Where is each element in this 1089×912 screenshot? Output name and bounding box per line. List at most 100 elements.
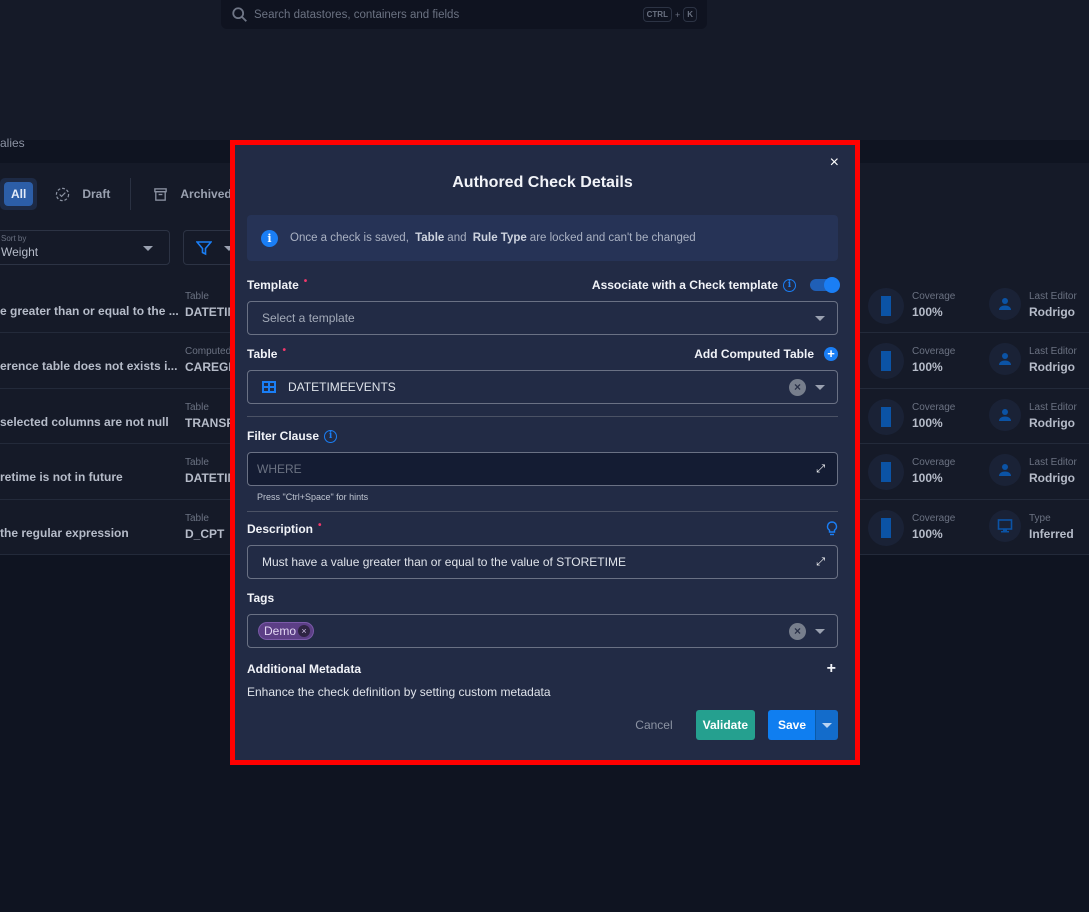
description-input[interactable]: Must have a value greater than or equal … [247,545,838,579]
description-label-text: Description [247,522,314,536]
plus-circle-icon[interactable]: + [824,347,838,361]
dialog-title: Authored Check Details [452,174,633,191]
tab-draft[interactable]: Draft [55,187,110,202]
filter-label-text: Filter Clause [247,429,320,443]
close-icon[interactable]: × [830,154,839,172]
metadata-label: Additional Metadata [247,662,362,676]
search-input[interactable]: Search datastores, containers and fields [254,9,643,21]
info-suffix: are locked and can't be changed [529,232,696,244]
tab-archived-label: Archived [180,187,232,201]
container-label: Table [185,401,209,413]
coverage-icon [868,454,904,491]
filter-icon [196,241,212,256]
editor-value: Rodrigo [1029,471,1075,486]
info-mid: and [447,232,467,244]
search-icon [232,6,247,22]
add-computed-table-button[interactable]: Add Computed Table + [694,347,838,361]
table-label: Table • [247,344,286,362]
required-mark: • [318,519,322,531]
coverage-label: Coverage [912,457,956,469]
filter-placeholder: WHERE [257,462,302,476]
expand-icon[interactable]: ⤢ [816,556,825,569]
template-select[interactable]: Select a template [247,301,838,335]
metadata-description: Enhance the check definition by setting … [247,685,551,699]
tab-all-label: All [4,182,34,206]
tags-header: Tags [247,589,838,607]
filter-hint: Press "Ctrl+Space" for hints [257,492,369,502]
shortcut-ctrl: CTRL [642,7,672,22]
clear-icon[interactable]: × [789,622,806,640]
required-mark: • [282,344,286,356]
cancel-button[interactable]: Cancel [635,718,672,732]
remove-tag-icon[interactable]: × [298,625,311,637]
editor-label: Last Editor [1029,457,1077,469]
global-search[interactable]: Search datastores, containers and fields… [221,0,707,29]
tab-divider [130,178,132,210]
editor-label: Last Editor [1029,291,1077,302]
lightbulb-icon[interactable] [826,521,838,537]
filter-clause-input[interactable]: WHERE ⤢ [247,452,838,486]
add-computed-table-label: Add Computed Table [694,347,814,361]
coverage-value: 100% [912,415,943,430]
template-placeholder: Select a template [262,311,355,325]
tag-label: Demo [264,624,297,638]
coverage-icon [868,398,904,435]
info-icon: i [261,229,278,247]
check-name: retime is not in future [0,470,123,485]
table-select[interactable]: DATETIMEEVENTS × [247,370,838,404]
user-icon [989,454,1021,487]
description-header: Description • [247,520,838,538]
table-value: DATETIMEEVENTS [288,380,396,394]
info-bold-rule-type: Rule Type [472,232,527,244]
info-text: Once a check is saved, Table and Rule Typ… [290,232,696,244]
save-button[interactable]: Save [768,710,815,740]
page-title: alies [0,136,25,150]
archive-icon [154,187,168,201]
chevron-down-icon[interactable] [815,628,825,634]
expand-icon[interactable]: ⤢ [816,463,825,476]
description-label: Description • [247,519,322,537]
coverage-icon [868,509,904,546]
info-bold-table: Table [415,232,445,244]
info-icon[interactable]: i [783,278,796,292]
info-icon[interactable]: i [324,429,338,443]
container-label: Computed [185,346,232,358]
chevron-down-icon [822,722,832,728]
check-name: erence table does not exists i... [0,359,178,374]
clear-icon[interactable]: × [789,378,806,396]
tab-archived[interactable]: Archived [153,187,232,202]
shortcut-k: K [683,7,697,22]
save-split-button: Save [768,710,838,740]
tab-all[interactable]: All [0,178,38,210]
user-icon [989,398,1021,431]
check-name: selected columns are not null [0,414,169,429]
coverage-value: 100% [912,360,943,375]
associate-template-toggle[interactable] [810,277,840,293]
template-label: Template • [247,275,308,293]
draft-circle-icon [56,187,70,201]
validate-button[interactable]: Validate [695,710,755,740]
chevron-down-icon[interactable] [815,384,825,390]
coverage-label: Coverage [912,346,956,358]
tags-select[interactable]: Demo × × [247,614,838,648]
authored-check-dialog: × Authored Check Details i Once a check … [235,145,855,760]
info-prefix: Once a check is saved, [290,232,409,244]
metadata-header: Additional Metadata + [247,660,838,678]
table-header: Table • Add Computed Table + [247,345,838,363]
chevron-down-icon[interactable] [815,315,825,321]
associate-template-control: Associate with a Check template i [591,277,840,293]
save-options-button[interactable] [815,710,838,740]
required-mark: • [303,275,308,287]
associate-template-label: Associate with a Check template [591,278,778,292]
editor-value: Rodrigo [1029,415,1075,430]
coverage-icon [868,288,904,324]
editor-value: Rodrigo [1029,360,1075,375]
coverage-value: 100% [912,471,943,486]
coverage-label: Coverage [912,512,956,524]
tab-draft-label: Draft [82,187,111,201]
editor-label: Last Editor [1029,346,1077,358]
filter-label: Filter Clause i [247,429,338,443]
add-metadata-icon[interactable]: + [827,660,836,678]
dialog-footer: Cancel Validate Save [635,710,838,740]
sort-select[interactable]: Sort by Weight [0,230,170,265]
